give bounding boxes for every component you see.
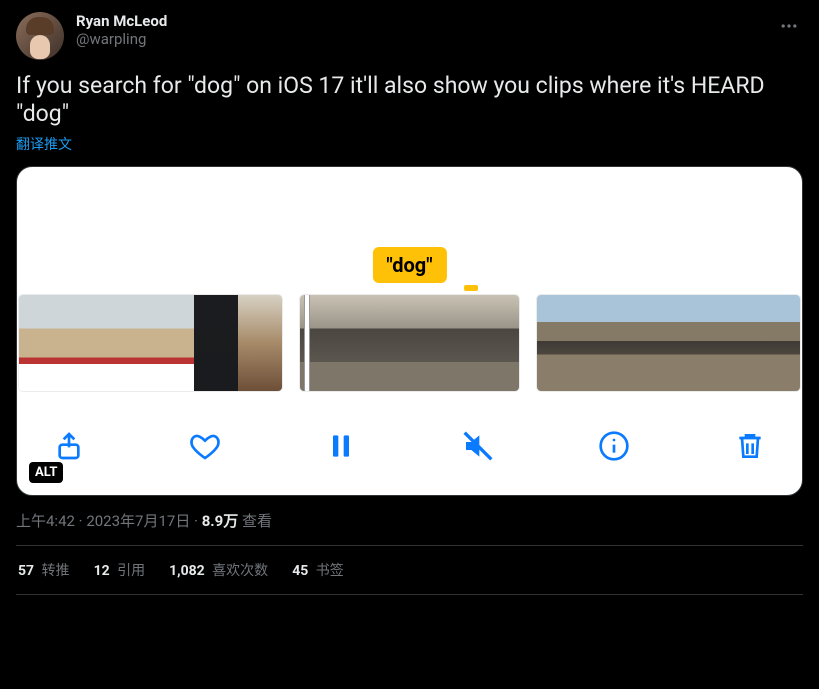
avatar[interactable] (16, 12, 64, 60)
video-frame (431, 295, 475, 391)
tweet-header: Ryan McLeod @warpling (16, 12, 803, 60)
video-frame (537, 295, 581, 391)
mute-icon[interactable] (460, 428, 496, 464)
likes-stat[interactable]: 1,082 喜欢次数 (169, 560, 268, 580)
media-attachment[interactable]: "dog" (16, 166, 803, 496)
tweet-text: If you search for "dog" on iOS 17 it'll … (16, 72, 803, 128)
tooltip-tick (464, 285, 478, 291)
tweet-time[interactable]: 上午4:42 (16, 512, 75, 530)
video-frame (669, 295, 713, 391)
video-frame (19, 295, 63, 391)
tweet-meta: 上午4:42 · 2023年7月17日 · 8.9万 查看 (16, 510, 803, 531)
clip-group-1 (19, 295, 282, 391)
heart-icon[interactable] (187, 428, 223, 464)
clip-group-2 (300, 295, 519, 391)
author-display-name: Ryan McLeod (76, 12, 763, 30)
tweet-container: Ryan McLeod @warpling If you search for … (0, 0, 819, 595)
video-frame (712, 295, 756, 391)
pause-icon[interactable] (323, 428, 359, 464)
author-handle: @warpling (76, 30, 763, 48)
view-count: 8.9万 (202, 512, 239, 530)
trash-icon[interactable] (732, 428, 768, 464)
more-options-icon[interactable] (775, 12, 803, 45)
video-frame (625, 295, 669, 391)
author-block[interactable]: Ryan McLeod @warpling (76, 12, 763, 48)
divider (16, 594, 803, 595)
clip-group-3 (537, 295, 800, 391)
video-timeline (17, 295, 802, 391)
video-frame (238, 295, 282, 391)
engagement-row: 57 转推 12 引用 1,082 喜欢次数 45 书签 (16, 546, 803, 594)
playhead-indicator[interactable] (304, 295, 310, 391)
video-frame (150, 295, 194, 391)
video-frame (344, 295, 388, 391)
tweet-date[interactable]: 2023年7月17日 (86, 512, 190, 530)
bookmarks-stat[interactable]: 45 书签 (292, 560, 344, 580)
translate-link[interactable]: 翻译推文 (16, 134, 803, 154)
video-frame (756, 295, 800, 391)
info-icon[interactable] (596, 428, 632, 464)
alt-text-badge[interactable]: ALT (29, 462, 63, 483)
share-icon[interactable] (51, 428, 87, 464)
video-frame (107, 295, 151, 391)
search-term-tooltip: "dog" (372, 247, 446, 283)
retweets-stat[interactable]: 57 转推 (18, 560, 70, 580)
view-label: 查看 (238, 512, 272, 530)
video-frame (475, 295, 519, 391)
quotes-stat[interactable]: 12 引用 (94, 560, 146, 580)
video-frame (63, 295, 107, 391)
video-frame (388, 295, 432, 391)
media-toolbar (17, 419, 802, 473)
video-frame (194, 295, 238, 391)
video-frame (581, 295, 625, 391)
